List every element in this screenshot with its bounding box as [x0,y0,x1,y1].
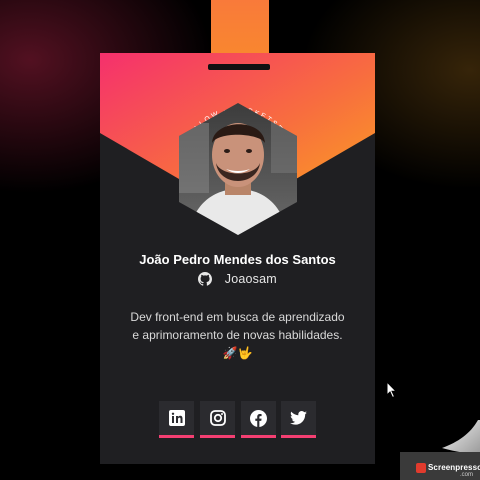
watermark-text: Screenpresso [428,463,480,472]
profile-card: ME FOLLOW • ROCKETSEAT • DEV FRONT João … [100,53,375,464]
facebook-icon [250,409,267,427]
linkedin-icon [168,410,185,426]
twitter-icon [290,411,307,425]
screenpresso-logo-icon [416,463,426,473]
watermark-domain: .com [460,472,474,478]
facebook-button[interactable] [241,401,276,438]
github-icon [198,272,213,289]
profile-name: João Pedro Mendes dos Santos [139,252,336,267]
github-handle: Joaosam [224,272,277,286]
linkedin-button[interactable] [159,401,194,438]
instagram-button[interactable] [200,401,235,438]
mouse-cursor-icon [386,381,398,399]
avatar [179,103,297,235]
instagram-icon [209,410,226,426]
lanyard-clip [208,64,270,70]
github-link[interactable]: Joaosam [100,272,375,289]
twitter-button[interactable] [281,401,316,438]
profile-bio: Dev front-end em busca de aprendizado e … [130,310,345,360]
